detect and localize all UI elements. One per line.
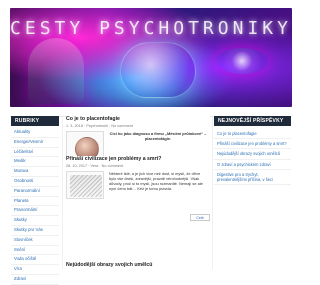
recent-post-link[interactable]: Přináší civilizace jen problémy a smrt? [214, 139, 291, 150]
banner-title: CESTY PSYCHOTRONIKY [10, 18, 292, 39]
post-meta: 28. 10. 2017 · Vera · No comment [66, 164, 124, 168]
post-title-link[interactable]: Co je to placentofagie [66, 116, 210, 122]
category-item[interactable]: Víra [11, 265, 59, 275]
category-item[interactable]: Pranormální [11, 206, 59, 217]
main-content: Co je to placentofagie 1. 3. 2018 · Psyc… [66, 116, 210, 272]
recent-post-link[interactable]: Nejúdodější obrazy svojich umělců [214, 149, 291, 160]
category-item[interactable]: Paranormální [11, 187, 59, 197]
site-banner: CESTY PSYCHOTRONIKY [10, 8, 292, 107]
category-item[interactable]: Planeta [11, 197, 59, 207]
divider-right [212, 116, 213, 269]
category-item[interactable]: Slovníček [11, 236, 59, 246]
post-meta: 1. 3. 2018 · Psychotronik · No comment [66, 124, 133, 128]
category-item[interactable]: Energie/Vesmír [11, 138, 59, 148]
post-thumbnail[interactable] [66, 131, 104, 159]
category-list: Aktuality Energie/Vesmír Léčitelství Med… [11, 126, 59, 285]
thumbnail-illustration [70, 175, 102, 197]
category-item[interactable]: Léčitelství [11, 148, 59, 158]
category-item[interactable]: Skutky [11, 216, 59, 226]
right-sidebar: NEJNOVĚJŠÍ PŘÍSPĚVKY Co je to placentofa… [214, 116, 291, 269]
banner-brain-image [120, 42, 196, 98]
post-excerpt: Cici ho jako diagnosu a firmu „Měsíční p… [109, 131, 207, 141]
recent-post-link[interactable]: Digestive pro a trychyt, prevalentnějším… [214, 170, 291, 186]
post-card: Přináší civilizace jen problémy a smrt? … [66, 156, 210, 234]
category-item[interactable]: Osobnosti [11, 177, 59, 187]
read-more-button[interactable]: Celé [190, 214, 210, 221]
category-item[interactable]: Voda očiště [11, 255, 59, 266]
post-excerpt: Některé lidé, a je jich více než dost, s… [109, 171, 203, 191]
banner-figure-image [28, 38, 84, 104]
recent-post-link[interactable]: O zdraví a psychickém zdraví [214, 160, 291, 170]
right-sidebar-title: NEJNOVĚJŠÍ PŘÍSPĚVKY [214, 116, 291, 126]
category-item[interactable]: Zdraví [11, 275, 59, 285]
category-item[interactable]: Snění [11, 246, 59, 256]
screenshot-frame: CESTY PSYCHOTRONIKY RUBRIKY Aktuality En… [0, 0, 301, 285]
post-body: Cici ho jako diagnosu a firmu „Měsíční p… [66, 131, 210, 159]
recent-posts-list: Co je to placentofagie Přináší civilizac… [214, 126, 291, 186]
left-sidebar: RUBRIKY Aktuality Energie/Vesmír Léčitel… [11, 116, 59, 285]
banner-eye-image [216, 48, 268, 74]
post-title-link[interactable]: Nejúdodější obrazy svojich umělců [66, 262, 210, 268]
recent-post-link[interactable]: Co je to placentofagie [214, 129, 291, 140]
post-card: Nejúdodější obrazy svojich umělců [66, 262, 210, 272]
post-title-link[interactable]: Přináší civilizace jen problémy a smrt? [66, 156, 210, 162]
category-item[interactable]: Aktuality [11, 128, 59, 138]
left-sidebar-title: RUBRIKY [11, 116, 59, 126]
divider-left [62, 116, 63, 269]
category-item[interactable]: Medik [11, 157, 59, 168]
category-item[interactable]: Morava [11, 167, 59, 177]
post-thumbnail[interactable] [66, 171, 104, 199]
category-item[interactable]: Skutky pro Vás [11, 226, 59, 236]
post-body: Některé lidé, a je jich více než dost, s… [66, 171, 210, 199]
